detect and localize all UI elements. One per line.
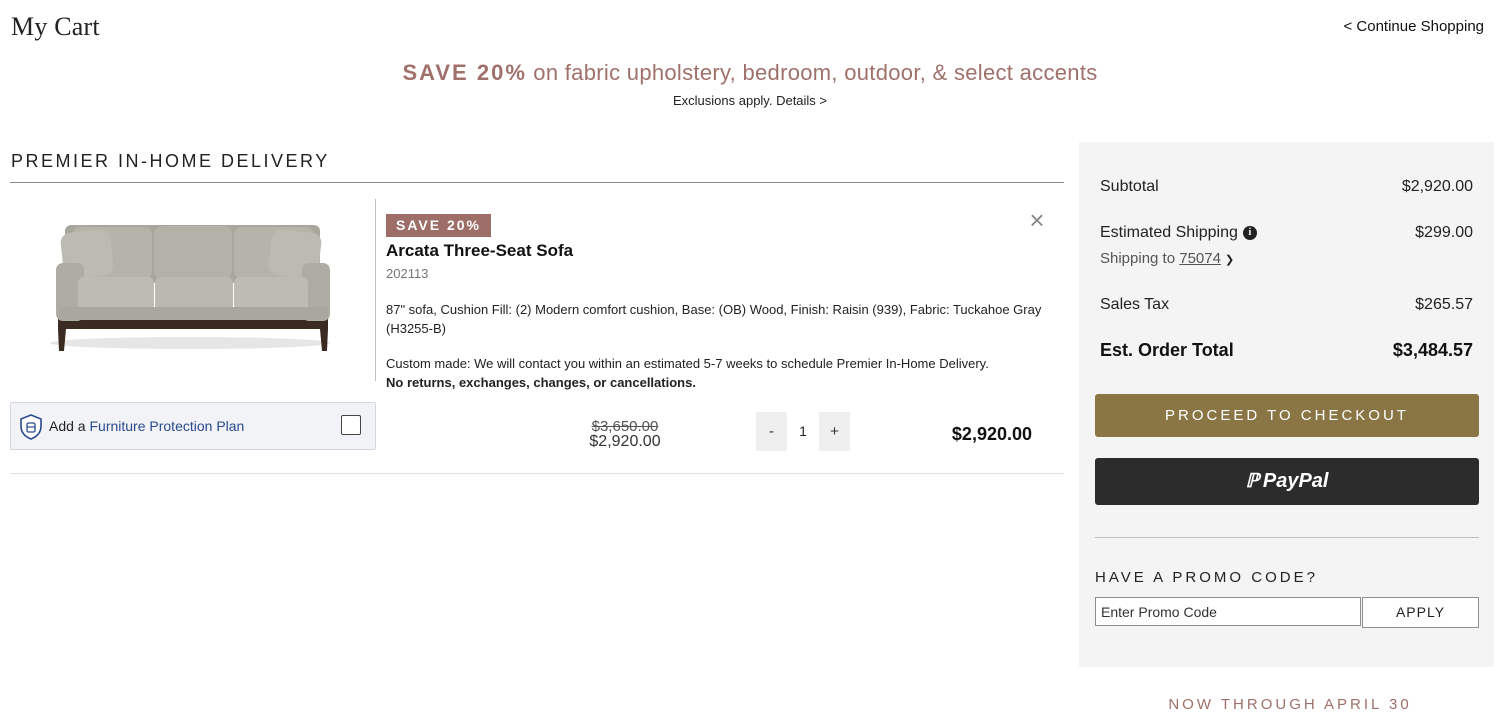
section-divider [10, 182, 1064, 183]
quantity-decrease-button[interactable]: - [756, 412, 787, 451]
sofa-image[interactable] [40, 215, 340, 355]
delivery-section-title: PREMIER IN-HOME DELIVERY [11, 151, 330, 171]
shipping-to: Shipping to 75074 ❯ [1100, 250, 1234, 267]
save-badge: SAVE 20% [386, 214, 491, 237]
apply-promo-button[interactable]: APPLY [1362, 597, 1479, 628]
promo-banner: SAVE 20% on fabric upholstery, bedroom, … [0, 60, 1500, 86]
product-name[interactable]: Arcata Three-Seat Sofa [386, 241, 573, 261]
promo-code-input[interactable]: Enter Promo Code [1095, 597, 1361, 626]
order-total-value: $3,484.57 [1392, 340, 1473, 360]
item-divider [375, 199, 376, 381]
protection-plan-box[interactable]: Add a Furniture Protection Plan [10, 402, 376, 450]
custom-note-text: Custom made: We will contact you within … [386, 356, 989, 371]
subtotal-label: Subtotal [1100, 178, 1159, 195]
quantity-input[interactable]: 1 [787, 412, 819, 451]
tax-label: Sales Tax [1100, 296, 1170, 313]
protection-prefix: Add a [49, 418, 90, 434]
shield-icon [20, 414, 42, 440]
zip-code-link[interactable]: 75074 [1179, 250, 1221, 267]
policy-note: No returns, exchanges, changes, or cance… [386, 375, 696, 390]
line-total: $2,920.00 [951, 424, 1032, 444]
custom-made-note: Custom made: We will contact you within … [386, 354, 1066, 392]
tax-value: $265.57 [1415, 296, 1473, 313]
chevron-down-icon[interactable]: ❯ [1225, 253, 1234, 266]
promo-banner-strong: SAVE 20% [402, 60, 527, 85]
paypal-label: PayPal [1262, 470, 1329, 493]
continue-shopping-link[interactable]: < Continue Shopping [1343, 18, 1484, 35]
shipping-value: $299.00 [1415, 224, 1473, 241]
shipping-label-row: Estimated Shipping i [1100, 224, 1257, 242]
promo-code-title: HAVE A PROMO CODE? [1095, 569, 1318, 586]
sale-price: $2,920.00 [589, 433, 661, 450]
product-description: 87" sofa, Cushion Fill: (2) Modern comfo… [386, 302, 1042, 336]
shipping-to-label: Shipping to [1100, 250, 1180, 267]
quantity-stepper[interactable]: - 1 + [756, 412, 850, 451]
shipping-label: Estimated Shipping [1100, 224, 1238, 241]
item-bottom-divider [10, 473, 1064, 474]
promo-details-link[interactable]: Exclusions apply. Details > [0, 93, 1500, 108]
protection-plan-label: Add a Furniture Protection Plan [49, 418, 244, 434]
summary-divider [1095, 537, 1479, 538]
product-sku: 202113 [386, 266, 429, 281]
remove-item-button[interactable]: × [1026, 206, 1048, 234]
paypal-icon: ℙ [1245, 471, 1259, 493]
info-icon[interactable]: i [1242, 225, 1257, 240]
paypal-button[interactable]: ℙ PayPal [1095, 458, 1479, 505]
order-total-label: Est. Order Total [1100, 340, 1234, 360]
proceed-to-checkout-button[interactable]: PROCEED TO CHECKOUT [1095, 394, 1479, 437]
subtotal-value: $2,920.00 [1401, 178, 1473, 195]
quantity-increase-button[interactable]: + [819, 412, 850, 451]
page-title: My Cart [11, 12, 100, 41]
promo-banner-rest: on fabric upholstery, bedroom, outdoor, … [526, 60, 1098, 85]
protection-plan-checkbox[interactable] [341, 415, 361, 435]
sofa-illustration [50, 225, 330, 351]
protection-plan-link[interactable]: Furniture Protection Plan [89, 418, 244, 434]
